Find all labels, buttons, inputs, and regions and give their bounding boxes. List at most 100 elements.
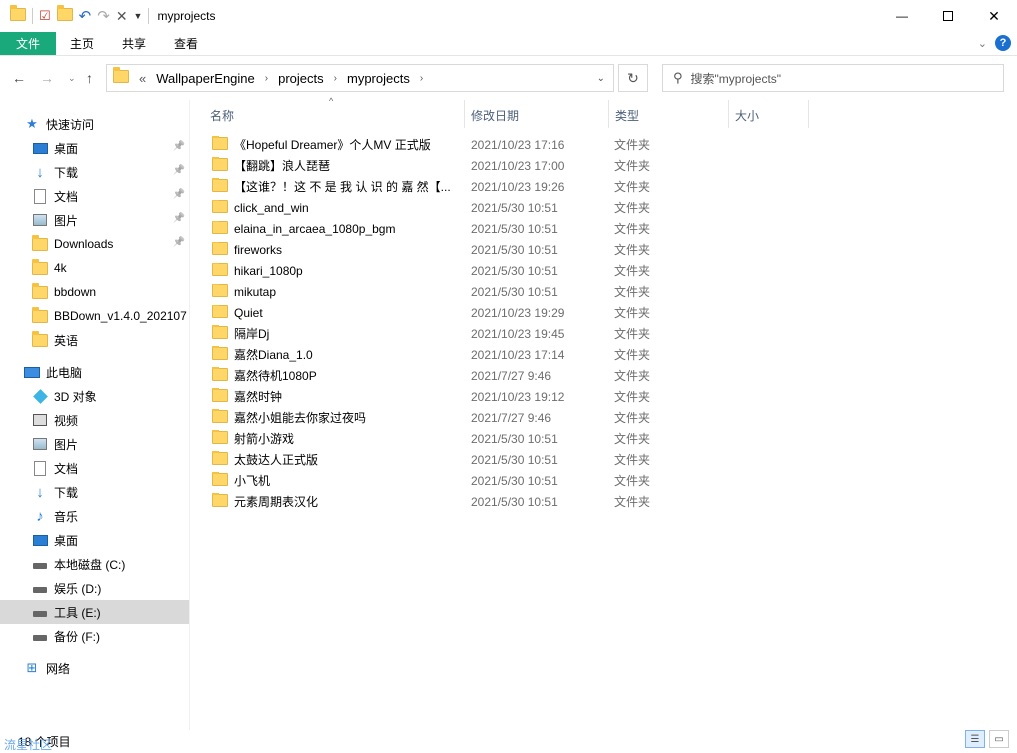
file-name-cell: 《Hopeful Dreamer》个人MV 正式版 bbox=[212, 136, 462, 153]
folder-icon bbox=[212, 304, 228, 321]
table-row[interactable]: mikutap 2021/5/30 10:51 文件夹 bbox=[208, 281, 668, 302]
undo-icon[interactable]: ↶ bbox=[79, 7, 92, 25]
column-divider[interactable] bbox=[808, 100, 809, 128]
sidebar-item-文档[interactable]: 文档 bbox=[0, 456, 189, 480]
customize-dropdown-icon[interactable]: ▼ bbox=[134, 11, 143, 21]
drive-icon bbox=[32, 556, 48, 572]
table-row[interactable]: hikari_1080p 2021/5/30 10:51 文件夹 bbox=[208, 260, 668, 281]
column-header-size[interactable]: 大小 bbox=[729, 102, 808, 128]
large-icons-view-button[interactable]: ▭ bbox=[989, 730, 1009, 748]
sidebar-item-3d-对象[interactable]: 3D 对象 bbox=[0, 384, 189, 408]
large-icons-view-icon: ▭ bbox=[994, 733, 1004, 745]
refresh-button[interactable]: ↻ bbox=[618, 64, 648, 92]
up-icon[interactable]: ↑ bbox=[86, 70, 93, 86]
forward-icon[interactable]: → bbox=[40, 70, 54, 86]
sidebar-item-英语[interactable]: 英语 bbox=[0, 328, 189, 352]
breadcrumb-wallpaperengine[interactable]: WallpaperEngine bbox=[156, 71, 255, 86]
address-bar[interactable]: « WallpaperEngine › projects › myproject… bbox=[106, 64, 614, 92]
drive-icon bbox=[32, 604, 48, 620]
tab-view[interactable]: 查看 bbox=[160, 32, 212, 55]
tab-file[interactable]: 文件 bbox=[0, 32, 57, 55]
close-button[interactable]: ✕ bbox=[971, 0, 1017, 32]
sidebar-item-downloads[interactable]: Downloads 📌 bbox=[0, 232, 189, 256]
folder-icon bbox=[212, 178, 228, 195]
redo-icon[interactable]: ↷ bbox=[97, 7, 110, 25]
expand-ribbon-icon[interactable]: ⌄ bbox=[978, 37, 987, 50]
sidebar-item-下载[interactable]: ↓ 下载 📌 bbox=[0, 160, 189, 184]
column-header-date[interactable]: 修改日期 bbox=[465, 102, 608, 128]
table-row[interactable]: 嘉然时钟 2021/10/23 19:12 文件夹 bbox=[208, 386, 668, 407]
sidebar-item-网络[interactable]: ⊞ 网络 bbox=[0, 656, 189, 680]
sidebar-item-本地磁盘-c-[interactable]: 本地磁盘 (C:) bbox=[0, 552, 189, 576]
back-icon[interactable]: ← bbox=[12, 70, 26, 86]
sidebar-item-label: 娱乐 (D:) bbox=[54, 581, 102, 596]
file-date: 2021/5/30 10:51 bbox=[471, 452, 558, 467]
recent-locations-icon[interactable]: ⌄ bbox=[68, 73, 76, 84]
properties-icon[interactable]: ☑ bbox=[39, 8, 51, 24]
sidebar-item-4k[interactable]: 4k bbox=[0, 256, 189, 280]
window-title: myprojects bbox=[157, 9, 216, 23]
help-icon[interactable]: ? bbox=[995, 35, 1011, 51]
sidebar-item-label: 下载 bbox=[54, 485, 79, 500]
table-row[interactable]: elaina_in_arcaea_1080p_bgm 2021/5/30 10:5… bbox=[208, 218, 668, 239]
breadcrumb-myprojects[interactable]: myprojects bbox=[347, 71, 410, 86]
navigation-bar: ← → ⌄ ↑ « WallpaperEngine › projects › m… bbox=[0, 62, 1017, 94]
drive-icon bbox=[32, 628, 48, 644]
table-row[interactable]: fireworks 2021/5/30 10:51 文件夹 bbox=[208, 239, 668, 260]
breadcrumb-projects[interactable]: projects bbox=[278, 71, 324, 86]
chevron-right-icon[interactable]: › bbox=[420, 73, 423, 84]
table-row[interactable]: 太鼓达人正式版 2021/5/30 10:51 文件夹 bbox=[208, 449, 668, 470]
sidebar-item-此电脑[interactable]: 此电脑 bbox=[0, 360, 189, 384]
chevron-right-icon[interactable]: › bbox=[334, 73, 337, 84]
search-input[interactable]: ⚲ 搜索"myprojects" bbox=[662, 64, 1004, 92]
maximize-button[interactable] bbox=[925, 0, 971, 32]
table-row[interactable]: 小飞机 2021/5/30 10:51 文件夹 bbox=[208, 470, 668, 491]
table-row[interactable]: click_and_win 2021/5/30 10:51 文件夹 bbox=[208, 197, 668, 218]
sidebar-item-音乐[interactable]: ♪ 音乐 bbox=[0, 504, 189, 528]
sidebar-item-视频[interactable]: 视频 bbox=[0, 408, 189, 432]
sidebar-item-桌面[interactable]: 桌面 bbox=[0, 528, 189, 552]
file-name-cell: 【翻跳】浪人琵琶 bbox=[212, 157, 462, 174]
folder-icon bbox=[212, 409, 228, 426]
table-row[interactable]: 【这谁？！这 不 是 我 认 识 的 嘉 然【... 2021/10/23 19:… bbox=[208, 176, 668, 197]
table-row[interactable]: 嘉然小姐能去你家过夜吗 2021/7/27 9:46 文件夹 bbox=[208, 407, 668, 428]
sidebar-item-娱乐-d-[interactable]: 娱乐 (D:) bbox=[0, 576, 189, 600]
sidebar-item-图片[interactable]: 图片 📌 bbox=[0, 208, 189, 232]
file-type: 文件夹 bbox=[614, 306, 651, 320]
sidebar-item-快速访问[interactable]: ★ 快速访问 bbox=[0, 112, 189, 136]
sidebar-item-图片[interactable]: 图片 bbox=[0, 432, 189, 456]
table-row[interactable]: 嘉然Diana_1.0 2021/10/23 17:14 文件夹 bbox=[208, 344, 668, 365]
tab-home[interactable]: 主页 bbox=[56, 32, 108, 55]
details-view-button[interactable]: ☰ bbox=[965, 730, 985, 748]
sidebar-item-下载[interactable]: ↓ 下载 bbox=[0, 480, 189, 504]
table-row[interactable]: 【翻跳】浪人琵琶 2021/10/23 17:00 文件夹 bbox=[208, 155, 668, 176]
sidebar-item-桌面[interactable]: 桌面 📌 bbox=[0, 136, 189, 160]
chevron-right-icon[interactable]: › bbox=[265, 73, 268, 84]
sidebar-item-label: 图片 bbox=[54, 437, 79, 452]
sidebar-item-label: 备份 (F:) bbox=[54, 629, 100, 644]
sidebar-item-bbdown[interactable]: bbdown bbox=[0, 280, 189, 304]
table-row[interactable]: 《Hopeful Dreamer》个人MV 正式版 2021/10/23 17:1… bbox=[208, 134, 668, 155]
sidebar-item-文档[interactable]: 文档 📌 bbox=[0, 184, 189, 208]
tab-share[interactable]: 共享 bbox=[108, 32, 160, 55]
sidebar-item-bbdown-v1-4-0-202107[interactable]: BBDown_v1.4.0_202107 bbox=[0, 304, 189, 328]
minimize-button[interactable]: — bbox=[879, 0, 925, 32]
overflow-crumb[interactable]: « bbox=[139, 71, 146, 86]
sidebar-item-label: 网络 bbox=[46, 661, 71, 676]
file-date: 2021/7/27 9:46 bbox=[471, 368, 552, 383]
table-row[interactable]: 隔岸Dj 2021/10/23 19:45 文件夹 bbox=[208, 323, 668, 344]
delete-icon[interactable]: ✕ bbox=[116, 8, 128, 25]
address-dropdown-icon[interactable]: ⌄ bbox=[597, 73, 605, 84]
table-row[interactable]: 嘉然待机1080P 2021/7/27 9:46 文件夹 bbox=[208, 365, 668, 386]
table-row[interactable]: Quiet 2021/10/23 19:29 文件夹 bbox=[208, 302, 668, 323]
table-row[interactable]: 元素周期表汉化 2021/5/30 10:51 文件夹 bbox=[208, 491, 668, 512]
new-folder-icon[interactable] bbox=[56, 5, 73, 24]
file-type: 文件夹 bbox=[614, 159, 651, 173]
file-name: click_and_win bbox=[234, 200, 309, 215]
sidebar-item-备份-f-[interactable]: 备份 (F:) bbox=[0, 624, 189, 648]
folder-icon bbox=[212, 451, 228, 468]
sidebar-item-工具-e-[interactable]: 工具 (E:) bbox=[0, 600, 189, 624]
table-row[interactable]: 射箭小游戏 2021/5/30 10:51 文件夹 bbox=[208, 428, 668, 449]
column-header-type[interactable]: 类型 bbox=[609, 102, 728, 128]
column-header-name[interactable]: 名称 bbox=[204, 102, 464, 128]
